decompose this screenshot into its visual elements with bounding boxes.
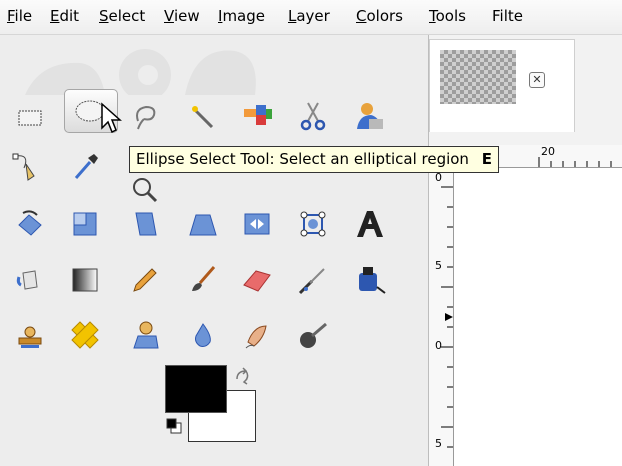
airbrush-icon[interactable]: [296, 263, 330, 297]
menu-filters-label: Filte: [492, 7, 523, 25]
vruler-label-5: 5: [435, 259, 442, 272]
image-tab[interactable]: ✕: [429, 39, 575, 132]
tooltip-shortcut: E: [481, 150, 492, 168]
paintbrush-icon[interactable]: [186, 263, 220, 297]
menu-layer-label: ayer: [296, 7, 330, 25]
shear-icon[interactable]: [128, 207, 162, 241]
menu-view-label: iew: [173, 7, 200, 25]
foreground-color-swatch[interactable]: [165, 365, 227, 413]
vruler-label-5b: 5: [435, 437, 442, 450]
smudge-icon[interactable]: [240, 318, 274, 352]
swap-colors-icon[interactable]: [232, 365, 254, 387]
menu-file-label: ile: [14, 7, 33, 25]
scissors-select-icon[interactable]: [296, 99, 330, 133]
menu-select-label: elect: [108, 7, 146, 25]
mouse-cursor-icon: [101, 102, 122, 134]
menu-tools[interactable]: Tools: [429, 7, 466, 25]
menu-select[interactable]: Select: [99, 7, 145, 25]
pencil-icon[interactable]: [128, 263, 162, 297]
blend-icon[interactable]: [68, 263, 102, 297]
menu-image-label: mage: [222, 7, 265, 25]
perspective-icon[interactable]: [186, 207, 220, 241]
paths-icon[interactable]: [10, 150, 44, 184]
menu-select-mnemonic: S: [99, 7, 109, 25]
menu-edit-label: dit: [59, 7, 80, 25]
foreground-select-icon[interactable]: [353, 99, 387, 133]
zoom-icon[interactable]: [128, 175, 162, 209]
menu-view[interactable]: View: [164, 7, 200, 25]
heal-icon[interactable]: [68, 318, 102, 352]
vertical-ruler-ticks: [441, 186, 453, 448]
menu-tools-label: ools: [435, 7, 466, 25]
free-select-icon[interactable]: [128, 99, 162, 133]
ink-icon[interactable]: [353, 263, 387, 297]
menu-image[interactable]: Image: [218, 7, 265, 25]
default-colors-icon[interactable]: [165, 417, 185, 437]
image-thumbnail: [440, 50, 516, 104]
menu-view-mnemonic: V: [164, 7, 174, 25]
menu-layer[interactable]: Layer: [288, 7, 330, 25]
menu-colors-label: olors: [366, 7, 403, 25]
vruler-label-0b: 0: [435, 339, 442, 352]
canvas[interactable]: [454, 168, 622, 466]
blur-sharpen-icon[interactable]: [186, 318, 220, 352]
menu-file-mnemonic: F: [7, 7, 15, 25]
wilber-logo-watermark: [25, 49, 256, 95]
perspective-clone-icon[interactable]: [128, 318, 162, 352]
clone-icon[interactable]: [13, 318, 47, 352]
fuzzy-select-icon[interactable]: [186, 99, 220, 133]
menu-file[interactable]: File: [7, 7, 32, 25]
close-tab-icon[interactable]: ✕: [529, 72, 545, 88]
toolbox: [0, 35, 428, 466]
tooltip: Ellipse Select Tool: Select an elliptica…: [129, 146, 499, 173]
flip-icon[interactable]: [240, 207, 274, 241]
text-icon[interactable]: [353, 207, 387, 241]
menu-colors[interactable]: Colors: [356, 7, 403, 25]
menu-tools-mnemonic: T: [429, 7, 436, 25]
menu-filters[interactable]: Filte: [492, 7, 523, 25]
dodge-burn-icon[interactable]: [296, 318, 330, 352]
menubar: File Edit Select View Image Layer Colors…: [0, 0, 622, 35]
menu-edit[interactable]: Edit: [50, 7, 79, 25]
color-picker-icon[interactable]: [68, 150, 102, 184]
tooltip-text: Ellipse Select Tool: Select an elliptica…: [136, 150, 469, 168]
scale-icon[interactable]: [68, 207, 102, 241]
ruler-label-20: 20: [541, 145, 555, 158]
vertical-ruler[interactable]: 0 5 0 5: [429, 167, 454, 466]
eraser-icon[interactable]: [240, 263, 274, 297]
cage-transform-icon[interactable]: [296, 207, 330, 241]
rotate-icon[interactable]: [13, 207, 47, 241]
image-window: ✕ 20 0 5 0 5: [428, 35, 622, 466]
select-by-color-icon[interactable]: [240, 99, 274, 133]
bucket-fill-icon[interactable]: [13, 263, 47, 297]
menu-colors-mnemonic: C: [356, 7, 367, 25]
rect-select-icon[interactable]: [13, 101, 47, 135]
